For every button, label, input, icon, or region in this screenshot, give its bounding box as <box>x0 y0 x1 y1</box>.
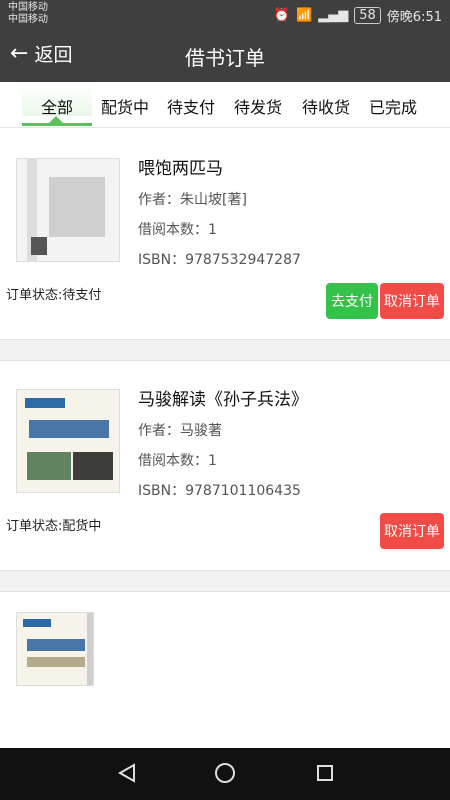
circle-home-icon <box>215 763 235 783</box>
book-cover-art-1 <box>17 159 119 261</box>
carrier-info: 中国移动 中国移动 <box>8 2 48 26</box>
book-title: 喂饱两匹马 <box>138 159 223 179</box>
order-2-info: 马骏解读《孙子兵法》 作者：马骏著 借阅本数：1 ISBN：9787101106… <box>138 385 308 500</box>
tab-pending-shipment[interactable]: 待发货 <box>222 94 294 118</box>
square-recents-icon <box>317 765 333 781</box>
order-1-info: 喂饱两匹马 作者：朱山坡[著] 借阅本数：1 ISBN：978753294728… <box>138 154 301 269</box>
section-separator-2 <box>0 570 450 592</box>
cancel-order-label-1: 取消订单 <box>384 294 440 310</box>
wifi-icon: 📶 <box>296 8 313 23</box>
isbn-line: ISBN：9787532947287 <box>138 252 301 268</box>
clock: 傍晚6:51 <box>386 10 442 25</box>
signal-icon: ▂▄▆ <box>318 8 349 23</box>
battery-level: 58 <box>359 8 376 23</box>
active-tab-indicator <box>22 123 92 126</box>
system-nav-bar <box>0 748 450 800</box>
page-title: 借书订单 <box>185 46 265 70</box>
tab-pending-shipment-label: 待发货 <box>233 98 282 117</box>
book-cover-art-3 <box>17 613 93 685</box>
nav-recents-button[interactable] <box>314 762 336 788</box>
carrier-1: 中国移动 <box>8 2 48 13</box>
order-status: 订单状态:配货中 <box>6 519 102 534</box>
order-card-2[interactable]: 马骏解读《孙子兵法》 作者：马骏著 借阅本数：1 ISBN：9787101106… <box>0 361 450 571</box>
nav-home-button[interactable] <box>214 762 236 788</box>
triangle-back-icon <box>117 763 135 783</box>
book-cover-image-1[interactable] <box>16 158 120 262</box>
order-card-3[interactable] <box>0 592 450 748</box>
tab-preparing[interactable]: 配货中 <box>89 94 161 118</box>
app-bar: ← 返回 借书订单 <box>0 30 450 82</box>
tab-all[interactable]: 全部 <box>22 82 92 117</box>
status-icons: ⏰ 📶 ▂▄▆ 58 傍晚6:51 <box>274 6 442 25</box>
pay-button[interactable]: 去支付 <box>326 283 378 319</box>
author-line: 作者：马骏著 <box>138 423 222 439</box>
battery-icon: 58 <box>354 7 381 24</box>
book-title: 马骏解读《孙子兵法》 <box>138 390 308 410</box>
tab-bar: 全部 配货中 待支付 待发货 待收货 已完成 <box>0 82 450 128</box>
active-tab-caret <box>49 116 63 123</box>
alarm-icon: ⏰ <box>273 8 291 23</box>
tab-pending-receipt[interactable]: 待收货 <box>290 94 362 118</box>
nav-back-button[interactable] <box>116 762 138 788</box>
order-status: 订单状态:待支付 <box>6 288 102 303</box>
qty-line: 借阅本数：1 <box>138 222 217 238</box>
book-cover-art-2 <box>17 390 119 492</box>
tab-completed-label: 已完成 <box>368 98 417 117</box>
cancel-order-button-2[interactable]: 取消订单 <box>380 513 444 549</box>
author-line: 作者：朱山坡[著] <box>138 192 247 208</box>
tab-pending-payment[interactable]: 待支付 <box>155 94 227 118</box>
tab-pending-payment-label: 待支付 <box>166 98 215 117</box>
pay-button-label: 去支付 <box>331 294 373 310</box>
tab-completed[interactable]: 已完成 <box>357 94 429 118</box>
cancel-order-button-1[interactable]: 取消订单 <box>380 283 444 319</box>
tab-pending-receipt-label: 待收货 <box>301 98 350 117</box>
carrier-2: 中国移动 <box>8 14 48 25</box>
qty-line: 借阅本数：1 <box>138 453 217 469</box>
tab-all-label: 全部 <box>40 98 73 117</box>
cancel-order-label-2: 取消订单 <box>384 524 440 540</box>
status-bar: 中国移动 中国移动 ⏰ 📶 ▂▄▆ 58 傍晚6:51 <box>0 0 450 30</box>
section-separator-1 <box>0 339 450 361</box>
isbn-line: ISBN：9787101106435 <box>138 483 301 499</box>
tab-preparing-label: 配货中 <box>100 98 149 117</box>
order-card-1[interactable]: 喂饱两匹马 作者：朱山坡[著] 借阅本数：1 ISBN：978753294728… <box>0 140 450 340</box>
book-cover-image-2[interactable] <box>16 389 120 493</box>
book-cover-image-3[interactable] <box>16 612 94 686</box>
